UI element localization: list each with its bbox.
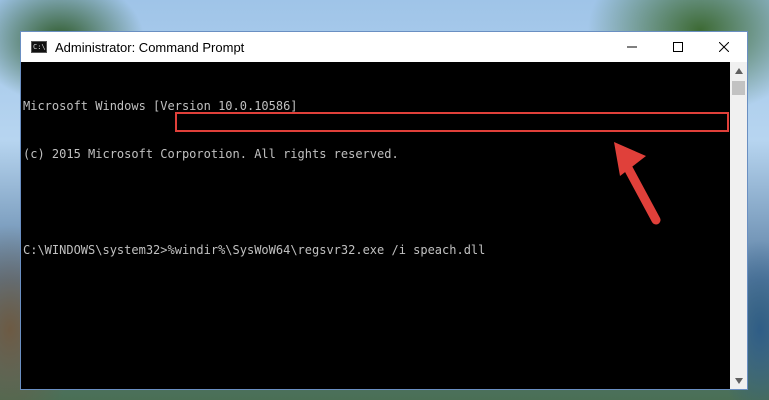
close-icon: [719, 42, 729, 52]
scroll-up-button[interactable]: [730, 62, 747, 79]
red-arrow-icon: [614, 142, 661, 225]
maximize-icon: [673, 42, 683, 52]
maximize-button[interactable]: [655, 32, 701, 62]
window-title: Administrator: Command Prompt: [55, 39, 245, 55]
command-highlight-box: [175, 112, 729, 132]
chevron-up-icon: [734, 67, 743, 74]
command-line[interactable]: C:\WINDOWS\system32>%windir%\SysWoW64\re…: [23, 242, 732, 258]
window-controls: [609, 32, 747, 62]
scrollbar-thumb[interactable]: [732, 81, 745, 95]
minimize-icon: [627, 46, 637, 48]
scroll-down-button[interactable]: [730, 372, 747, 389]
cmd-icon: C:\: [31, 41, 47, 53]
minimize-button[interactable]: [609, 32, 655, 62]
close-button[interactable]: [701, 32, 747, 62]
prompt-text: C:\WINDOWS\system32>: [23, 243, 168, 257]
title-bar[interactable]: C:\ Administrator: Command Prompt: [21, 32, 747, 62]
vertical-scrollbar[interactable]: [730, 62, 747, 389]
command-text: %windir%\SysWoW64\regsvr32.exe /i speach…: [167, 243, 486, 257]
chevron-down-icon: [734, 377, 743, 384]
